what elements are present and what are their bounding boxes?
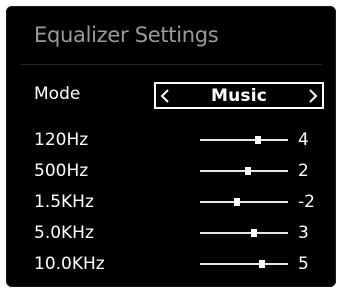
band-slider[interactable]	[200, 198, 288, 206]
band-label: 1.5KHz	[34, 192, 94, 212]
band-value: 4	[298, 130, 309, 150]
band-value: 2	[298, 161, 309, 181]
band-row-500hz[interactable]: 500Hz 2	[6, 161, 336, 183]
band-slider[interactable]	[200, 229, 288, 237]
slider-thumb[interactable]	[250, 229, 257, 237]
band-row-10-0khz[interactable]: 10.0KHz 5	[6, 254, 336, 276]
slider-thumb[interactable]	[255, 136, 262, 144]
page-title: Equalizer Settings	[34, 23, 219, 47]
band-label: 10.0KHz	[34, 254, 105, 274]
band-row-120hz[interactable]: 120Hz 4	[6, 130, 336, 152]
slider-thumb[interactable]	[245, 167, 252, 175]
chevron-right-icon[interactable]	[304, 84, 322, 107]
slider-thumb[interactable]	[233, 198, 240, 206]
chevron-left-icon[interactable]	[156, 84, 174, 107]
band-slider[interactable]	[200, 136, 288, 144]
band-slider[interactable]	[200, 260, 288, 268]
band-value: -2	[298, 192, 315, 212]
mode-value: Music	[210, 85, 268, 106]
band-row-1-5khz[interactable]: 1.5KHz -2	[6, 192, 336, 214]
band-row-5-0khz[interactable]: 5.0KHz 3	[6, 223, 336, 245]
band-value: 5	[298, 254, 309, 274]
band-value: 3	[298, 223, 309, 243]
mode-selector[interactable]: Music	[154, 82, 324, 109]
divider	[20, 64, 322, 65]
band-slider[interactable]	[200, 167, 288, 175]
mode-label: Mode	[34, 84, 81, 104]
slider-thumb[interactable]	[258, 260, 265, 268]
band-label: 5.0KHz	[34, 223, 94, 243]
band-label: 500Hz	[34, 161, 89, 181]
band-label: 120Hz	[34, 130, 89, 150]
equalizer-panel: Equalizer Settings Mode Music 120Hz 4 50…	[6, 6, 336, 287]
